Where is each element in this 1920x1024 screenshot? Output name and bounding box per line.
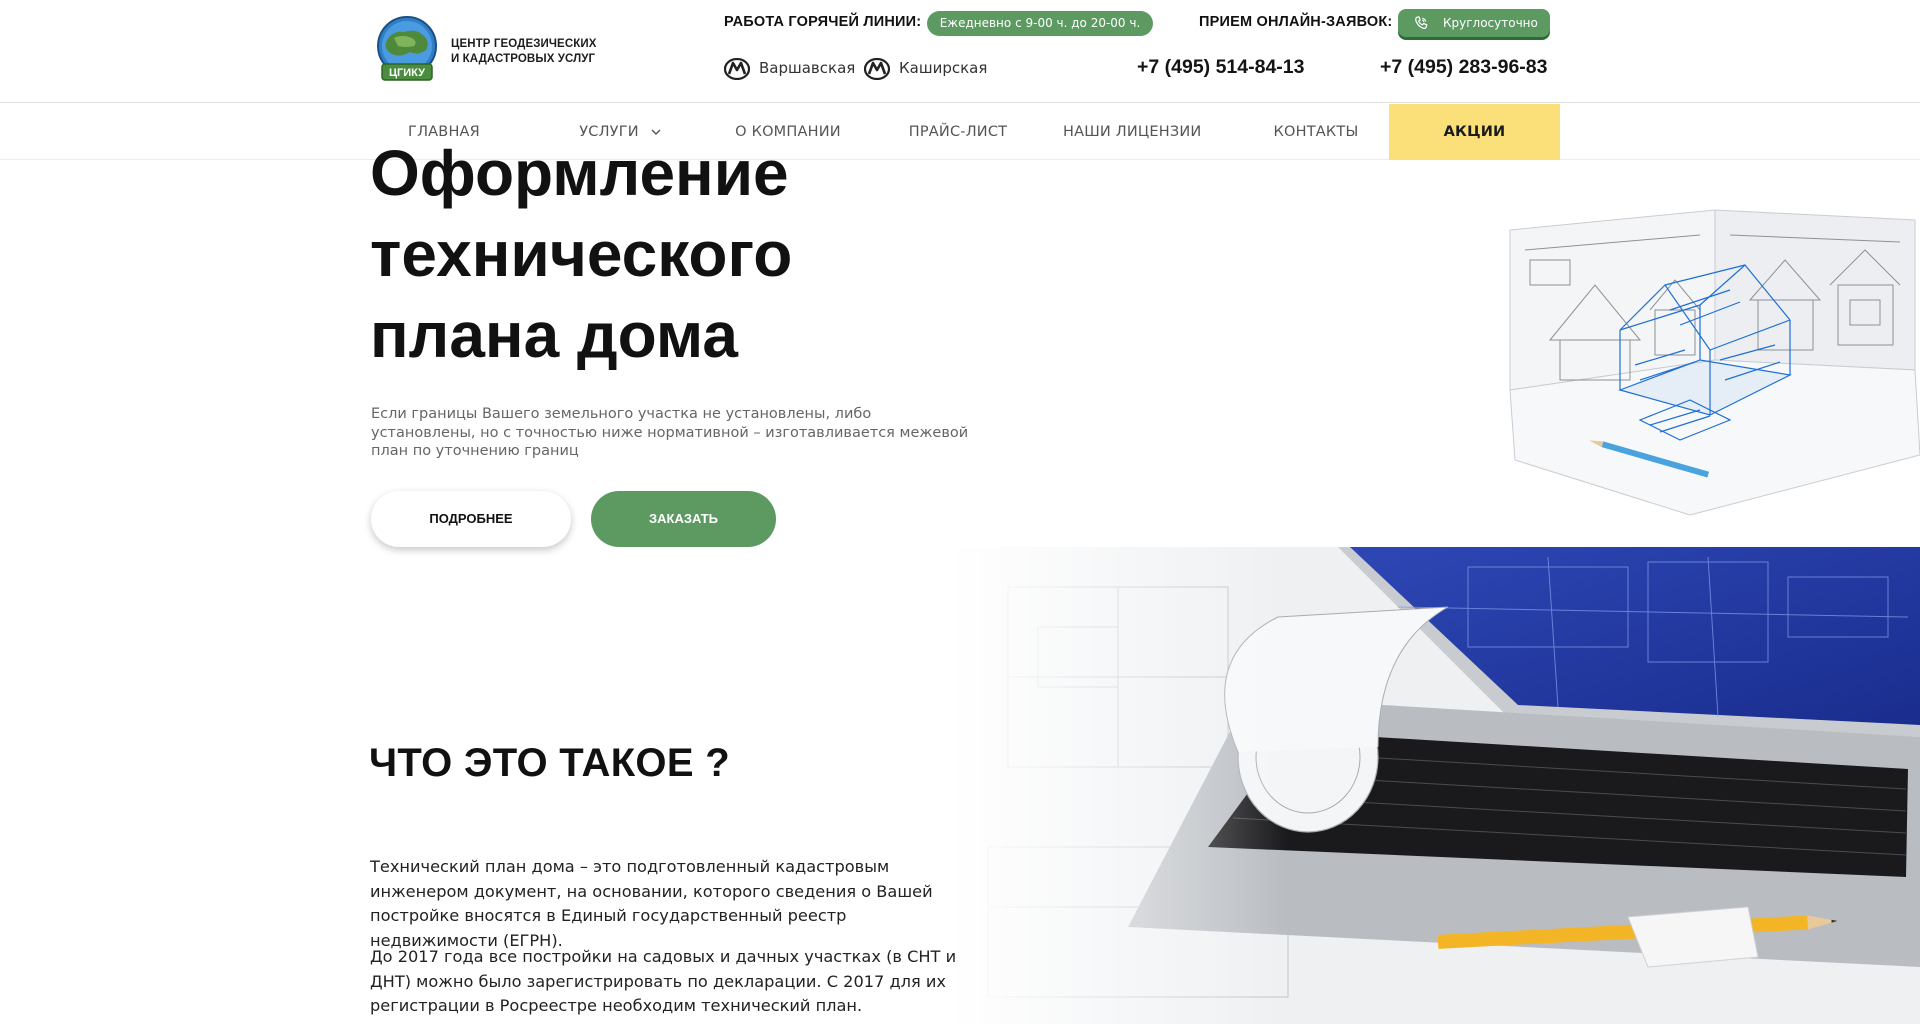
metro-icon [864, 58, 890, 80]
nav-item-licenses[interactable]: Наши лицензии [1063, 104, 1201, 160]
globe-logo-icon: ЦГИКУ [377, 16, 437, 81]
house-blueprint-image [1509, 209, 1920, 516]
hotline-label: РАБОТА ГОРЯЧЕЙ ЛИНИИ: [724, 14, 922, 30]
page-title-line-3: плана дома [370, 299, 738, 371]
more-button[interactable]: ПОДРОБНЕЕ [371, 491, 571, 547]
logo-text: ЦЕНТР ГЕОДЕЗИЧЕСКИХ И КАДАСТРОВЫХ УСЛУГ [451, 37, 597, 67]
nav-item-contacts[interactable]: Контакты [1256, 104, 1376, 160]
section-title-what-is-it: ЧТО ЭТО ТАКОЕ ? [369, 741, 730, 785]
logo-badge-text: ЦГИКУ [389, 67, 425, 79]
hero-subtitle: Если границы Вашего земельного участка н… [371, 406, 969, 459]
about-paragraph-1: Технический план дома – это подготовленн… [370, 857, 933, 950]
metro-icon [724, 58, 750, 80]
metro-station-kashirskaya[interactable]: Каширская [864, 57, 994, 81]
hotline-hours-badge: Ежедневно с 9-00 ч. до 20-00 ч. [927, 11, 1153, 36]
page-title-line-1: Оформление [370, 137, 789, 209]
metro-station-name: Каширская [899, 59, 988, 77]
top-header: ЦГИКУ ЦЕНТР ГЕОДЕЗИЧЕСКИХ И КАДАСТРОВЫХ … [0, 0, 1920, 103]
page-title-line-2: технического [370, 218, 793, 290]
page-title: Оформление технического плана дома [370, 133, 930, 376]
online-requests-button[interactable]: Круглосуточно [1398, 9, 1550, 37]
phone-number-1[interactable]: +7 (495) 514-84-13 [1137, 56, 1305, 79]
online-requests-label: ПРИЕМ ОНЛАЙН-ЗАЯВОК: [1199, 14, 1393, 30]
metro-station-name: Варшавская [759, 59, 856, 77]
logo-line-2: И КАДАСТРОВЫХ УСЛУГ [451, 53, 596, 65]
laptop-blueprint-image [948, 547, 1920, 1024]
main-nav: Главная Услуги О компании Прайс-лист Наш… [0, 104, 1920, 160]
phone-icon [1415, 16, 1428, 30]
company-logo[interactable]: ЦГИКУ ЦЕНТР ГЕОДЕЗИЧЕСКИХ И КАДАСТРОВЫХ … [372, 16, 612, 86]
order-button[interactable]: ЗАКАЗАТЬ [591, 491, 776, 547]
metro-station-varshavskaya[interactable]: Варшавская [724, 57, 856, 81]
about-paragraph-2: До 2017 года все постройки на садовых и … [370, 947, 957, 1015]
online-requests-hours: Круглосуточно [1443, 16, 1538, 30]
phone-number-2[interactable]: +7 (495) 283-96-83 [1380, 56, 1548, 79]
logo-line-1: ЦЕНТР ГЕОДЕЗИЧЕСКИХ [451, 38, 597, 50]
nav-item-promotions[interactable]: Акции [1389, 104, 1560, 160]
